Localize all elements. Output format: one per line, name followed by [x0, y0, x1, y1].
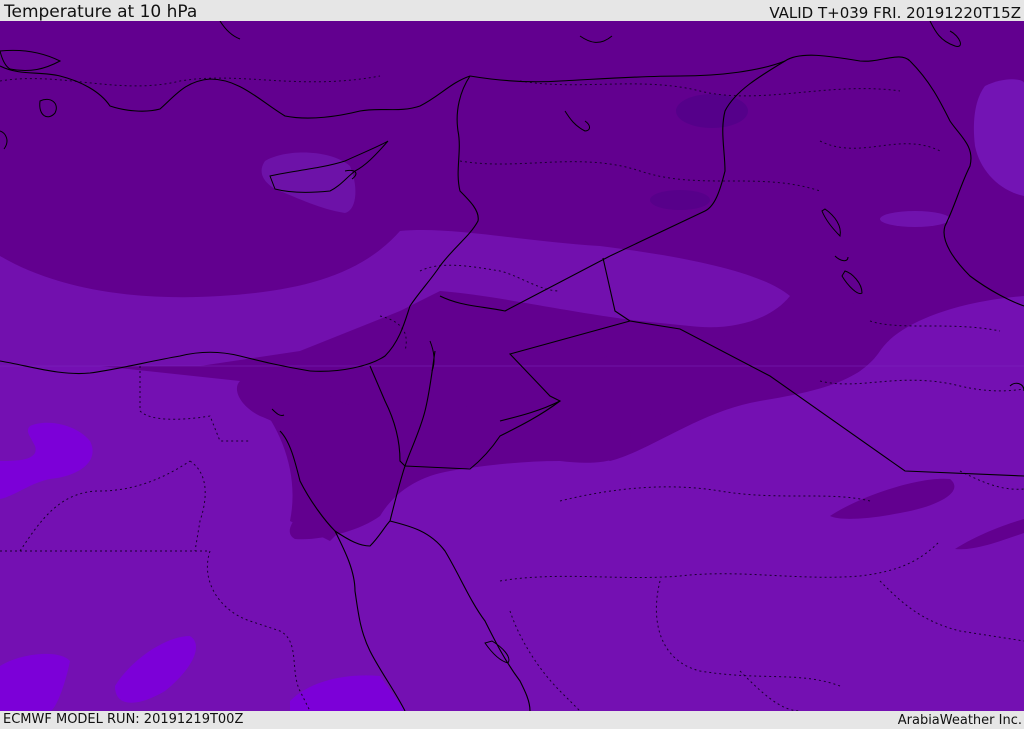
valid-time: VALID T+039 FRI. 20191220T15Z [769, 4, 1021, 22]
map-canvas [0, 21, 1024, 711]
header-bar: Temperature at 10 hPa VALID T+039 FRI. 2… [0, 0, 1024, 21]
field-cold-pocket-syria [650, 190, 710, 210]
footer-bar: ECMWF MODEL RUN: 20191219T00Z ArabiaWeat… [0, 711, 1024, 729]
credit-text: ArabiaWeather Inc. [897, 713, 1022, 728]
model-run: ECMWF MODEL RUN: 20191219T00Z [3, 712, 244, 727]
field-cold-pocket-ne [676, 94, 748, 128]
map-title: Temperature at 10 hPa [4, 2, 198, 22]
weather-map[interactable] [0, 21, 1024, 711]
field-warm-patch-iran [880, 211, 950, 227]
